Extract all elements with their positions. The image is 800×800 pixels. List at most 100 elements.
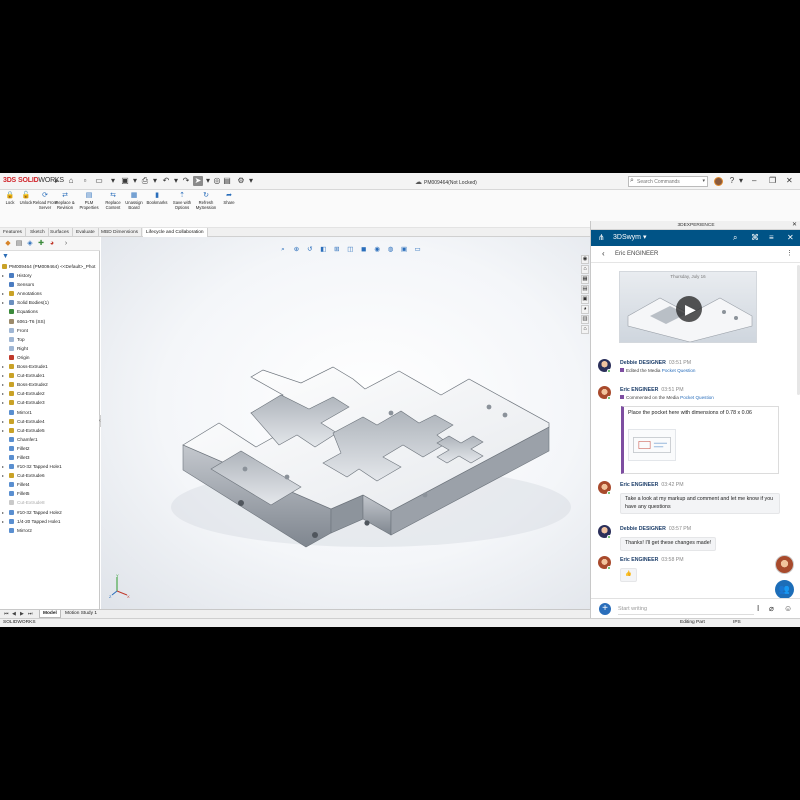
expand-arrow-icon[interactable]: ▸	[2, 362, 4, 371]
expand-arrow-icon[interactable]: ▸	[2, 471, 4, 480]
emoji-icon[interactable]: ☺	[784, 603, 792, 615]
options-dropdown-icon[interactable]: ▾	[246, 176, 256, 186]
help-dropdown-icon[interactable]: ▾	[736, 176, 746, 186]
media-link[interactable]: Pocket Question	[680, 395, 714, 400]
media-video-preview[interactable]: Thursday, July 16 ▶	[619, 271, 757, 343]
property-manager-icon[interactable]: ▤	[15, 240, 23, 248]
tree-item[interactable]: Mirror1	[0, 408, 100, 417]
tree-item[interactable]: ▸ Annotations	[0, 289, 100, 298]
tree-item[interactable]: Cut-Extrude8	[0, 498, 100, 507]
more-options-icon[interactable]: ⋮	[786, 249, 793, 257]
tree-item[interactable]: ▸ Boss-Extrude2	[0, 380, 100, 389]
minimize-button[interactable]: –	[752, 176, 756, 186]
user-avatar[interactable]	[714, 177, 723, 186]
tab-mbd-dimensions[interactable]: MBD Dimensions	[98, 228, 143, 237]
tree-item[interactable]: Origin	[0, 353, 100, 362]
save-dropdown-icon[interactable]: ▾	[130, 176, 140, 186]
filter-icon[interactable]: ▼	[2, 253, 9, 260]
message-input[interactable]	[618, 603, 754, 615]
task-pane-custom-properties-icon[interactable]: ▥	[581, 315, 589, 324]
print-icon[interactable]: ⎙	[140, 176, 150, 186]
undo-icon[interactable]: ↶	[161, 176, 171, 186]
tab-surfaces[interactable]: Surfaces	[47, 228, 73, 237]
scroll-prev-icon[interactable]: ◀	[12, 611, 16, 617]
options-icon[interactable]: ⚙	[236, 176, 246, 186]
redo-icon[interactable]: ↷	[181, 176, 191, 186]
feature-manager-icon[interactable]: ◆	[4, 240, 12, 248]
tree-item[interactable]: ▸ #10-32 Tapped Hole1	[0, 462, 100, 471]
search-dropdown-icon[interactable]: ▾	[702, 178, 705, 184]
task-pane-forum-icon[interactable]: ⌂	[581, 325, 589, 334]
expand-arrow-icon[interactable]: ▸	[2, 517, 4, 526]
open-dropdown-icon[interactable]: ▾	[108, 176, 118, 186]
share-button[interactable]: ➦ Share	[215, 192, 243, 206]
scroll-last-icon[interactable]: ⏭	[28, 611, 33, 617]
rebuild-icon[interactable]: ◎	[212, 176, 222, 186]
expand-arrow-icon[interactable]: ▸	[2, 298, 4, 307]
tree-item[interactable]: Front	[0, 326, 100, 335]
markup-thumbnail[interactable]	[628, 429, 676, 461]
expand-arrow-icon[interactable]: ▸	[2, 417, 4, 426]
tree-item[interactable]: ▸ 1/4-20 Tapped Hole1	[0, 517, 100, 526]
tab-motion-study-1[interactable]: Motion Study 1	[62, 610, 100, 618]
select-icon[interactable]: ➤	[193, 176, 203, 186]
tree-item[interactable]: Fillet2	[0, 444, 100, 453]
tab-lifecycle-collaboration[interactable]: Lifecycle and Collaboration	[143, 228, 208, 237]
tree-item[interactable]: Fillet3	[0, 453, 100, 462]
people-icon[interactable]: 👥	[775, 580, 794, 598]
display-manager-icon[interactable]: ◕	[48, 240, 56, 248]
tree-more-icon[interactable]: ›	[62, 240, 70, 248]
tree-item[interactable]: Fillet4	[0, 480, 100, 489]
tag-icon[interactable]: ⌘	[751, 233, 759, 243]
task-pane-palette-icon[interactable]: ▣	[581, 295, 589, 304]
tree-item[interactable]: Chamfer1	[0, 435, 100, 444]
expand-arrow-icon[interactable]: ▸	[2, 380, 4, 389]
tree-item[interactable]: Fillet5	[0, 489, 100, 498]
back-arrow-icon[interactable]: ‹	[602, 249, 605, 259]
tab-model[interactable]: Model	[39, 610, 61, 618]
tree-item[interactable]: ▸ Cut-Extrude4	[0, 417, 100, 426]
tree-item[interactable]: ▸ Solid Bodies(1)	[0, 298, 100, 307]
dimxpert-icon[interactable]: ✚	[37, 240, 45, 248]
add-attachment-button[interactable]: +	[599, 603, 611, 615]
cad-part-model[interactable]	[101, 237, 590, 609]
task-pane-library-icon[interactable]: ▦	[581, 275, 589, 284]
attach-icon[interactable]: ⌀	[769, 603, 774, 615]
tab-features[interactable]: Features	[0, 228, 26, 237]
search-commands-box[interactable]: ⌕ Search Commands ▾	[628, 176, 708, 187]
menu-icon[interactable]: ≡	[769, 233, 774, 243]
tree-item[interactable]: ▸ Cut-Extrude5	[0, 426, 100, 435]
expand-arrow-icon[interactable]: ▸	[2, 508, 4, 517]
search-icon[interactable]: ⌕	[733, 233, 737, 243]
graphics-area[interactable]: ⌕ ⊕ ↺ ◧ ⊞ ◫ ◼ ◉ ◍ ▣ ▭ Y X Z ◉ ⌂ ▦ ▤ ▣ ◕ …	[101, 237, 590, 609]
space-selector[interactable]: 3DSwym ▾	[613, 233, 646, 243]
task-pane-3dexperience-icon[interactable]: ◉	[581, 255, 589, 264]
ds-compass-icon[interactable]: ⋔	[598, 233, 608, 243]
expand-arrow-icon[interactable]: ▸	[2, 462, 4, 471]
scroll-first-icon[interactable]: ⏮	[4, 611, 9, 617]
panel-close-icon[interactable]: ✕	[792, 221, 797, 230]
tree-item[interactable]: ▸ History	[0, 271, 100, 280]
status-units[interactable]: IPS	[733, 620, 741, 625]
scroll-next-icon[interactable]: ▶	[20, 611, 24, 617]
expand-arrow-icon[interactable]: ▸	[2, 389, 4, 398]
expand-arrow-icon[interactable]: ▸	[2, 426, 4, 435]
task-pane-explorer-icon[interactable]: ▤	[581, 285, 589, 294]
tree-item[interactable]: Mirror2	[0, 526, 100, 535]
tab-sketch[interactable]: Sketch	[27, 228, 49, 237]
tree-item[interactable]: ▸ Cut-Extrude6	[0, 471, 100, 480]
task-pane-resources-icon[interactable]: ⌂	[581, 265, 589, 274]
expand-arrow-icon[interactable]: ▸	[2, 271, 4, 280]
play-button[interactable]: ▶	[676, 296, 702, 322]
tree-item[interactable]: Sensors	[0, 280, 100, 289]
tree-item[interactable]: ▸ #10-32 Tapped Hole2	[0, 508, 100, 517]
file-properties-icon[interactable]: ▤	[222, 176, 232, 186]
configuration-manager-icon[interactable]: ◈	[26, 240, 34, 248]
print-dropdown-icon[interactable]: ▾	[150, 176, 160, 186]
menu-expand-icon[interactable]: ▸	[55, 177, 59, 185]
tree-item[interactable]: Top	[0, 335, 100, 344]
tab-evaluate[interactable]: Evaluate	[73, 228, 99, 237]
home-icon[interactable]: ⌂	[66, 176, 76, 186]
expand-arrow-icon[interactable]: ▸	[2, 398, 4, 407]
tree-item[interactable]: Right	[0, 344, 100, 353]
